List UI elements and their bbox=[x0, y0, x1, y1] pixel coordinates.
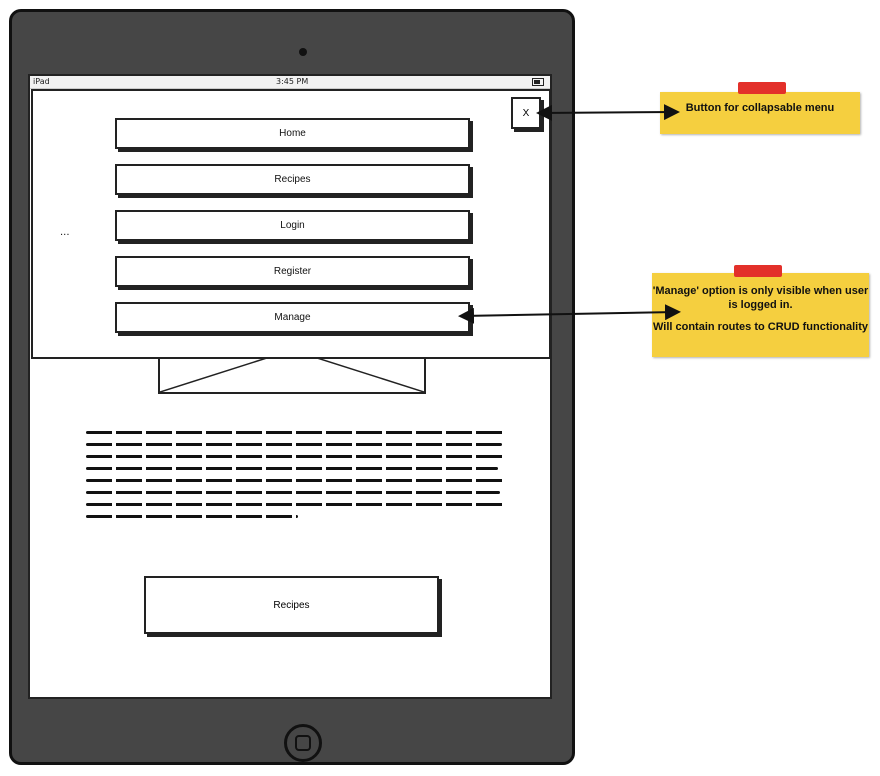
carrier-label: iPad bbox=[33, 77, 50, 86]
clock: 3:45 PM bbox=[276, 77, 309, 86]
text-line bbox=[86, 467, 498, 470]
paragraph-placeholder bbox=[86, 431, 506, 527]
note-text: Button for collapsable menu bbox=[685, 102, 835, 114]
status-bar: iPad 3:45 PM bbox=[30, 76, 550, 89]
text-line bbox=[86, 503, 506, 506]
note-text: Will contain routes to CRUD functionalit… bbox=[652, 321, 868, 333]
ellipsis-text: ... bbox=[60, 227, 70, 238]
menu-item-home[interactable]: Home bbox=[115, 118, 470, 149]
menu-item-manage[interactable]: Manage bbox=[115, 302, 470, 333]
camera bbox=[299, 48, 307, 56]
text-line bbox=[86, 491, 500, 494]
close-menu-button[interactable]: X bbox=[511, 97, 541, 129]
text-line bbox=[86, 455, 506, 458]
menu-item-register[interactable]: Register bbox=[115, 256, 470, 287]
recipes-button[interactable]: Recipes bbox=[144, 576, 439, 634]
sticky-note-menu: Button for collapsable menu bbox=[660, 82, 860, 134]
text-line bbox=[86, 479, 504, 482]
home-button[interactable] bbox=[284, 724, 322, 762]
tape-icon bbox=[738, 82, 786, 94]
text-line bbox=[86, 443, 502, 446]
sticky-note-manage: 'Manage' option is only visible when use… bbox=[652, 265, 869, 357]
menu-item-login[interactable]: Login bbox=[115, 210, 470, 241]
note-text: 'Manage' option is only visible when use… bbox=[652, 285, 869, 311]
device-screen: iPad 3:45 PM X Home Recipes Login Regist… bbox=[28, 74, 552, 699]
tape-icon bbox=[734, 265, 782, 277]
text-line bbox=[86, 515, 298, 518]
battery-icon bbox=[532, 78, 544, 86]
collapsible-menu: X Home Recipes Login Register Manage ... bbox=[31, 89, 550, 359]
text-line bbox=[86, 431, 506, 434]
menu-item-recipes[interactable]: Recipes bbox=[115, 164, 470, 195]
